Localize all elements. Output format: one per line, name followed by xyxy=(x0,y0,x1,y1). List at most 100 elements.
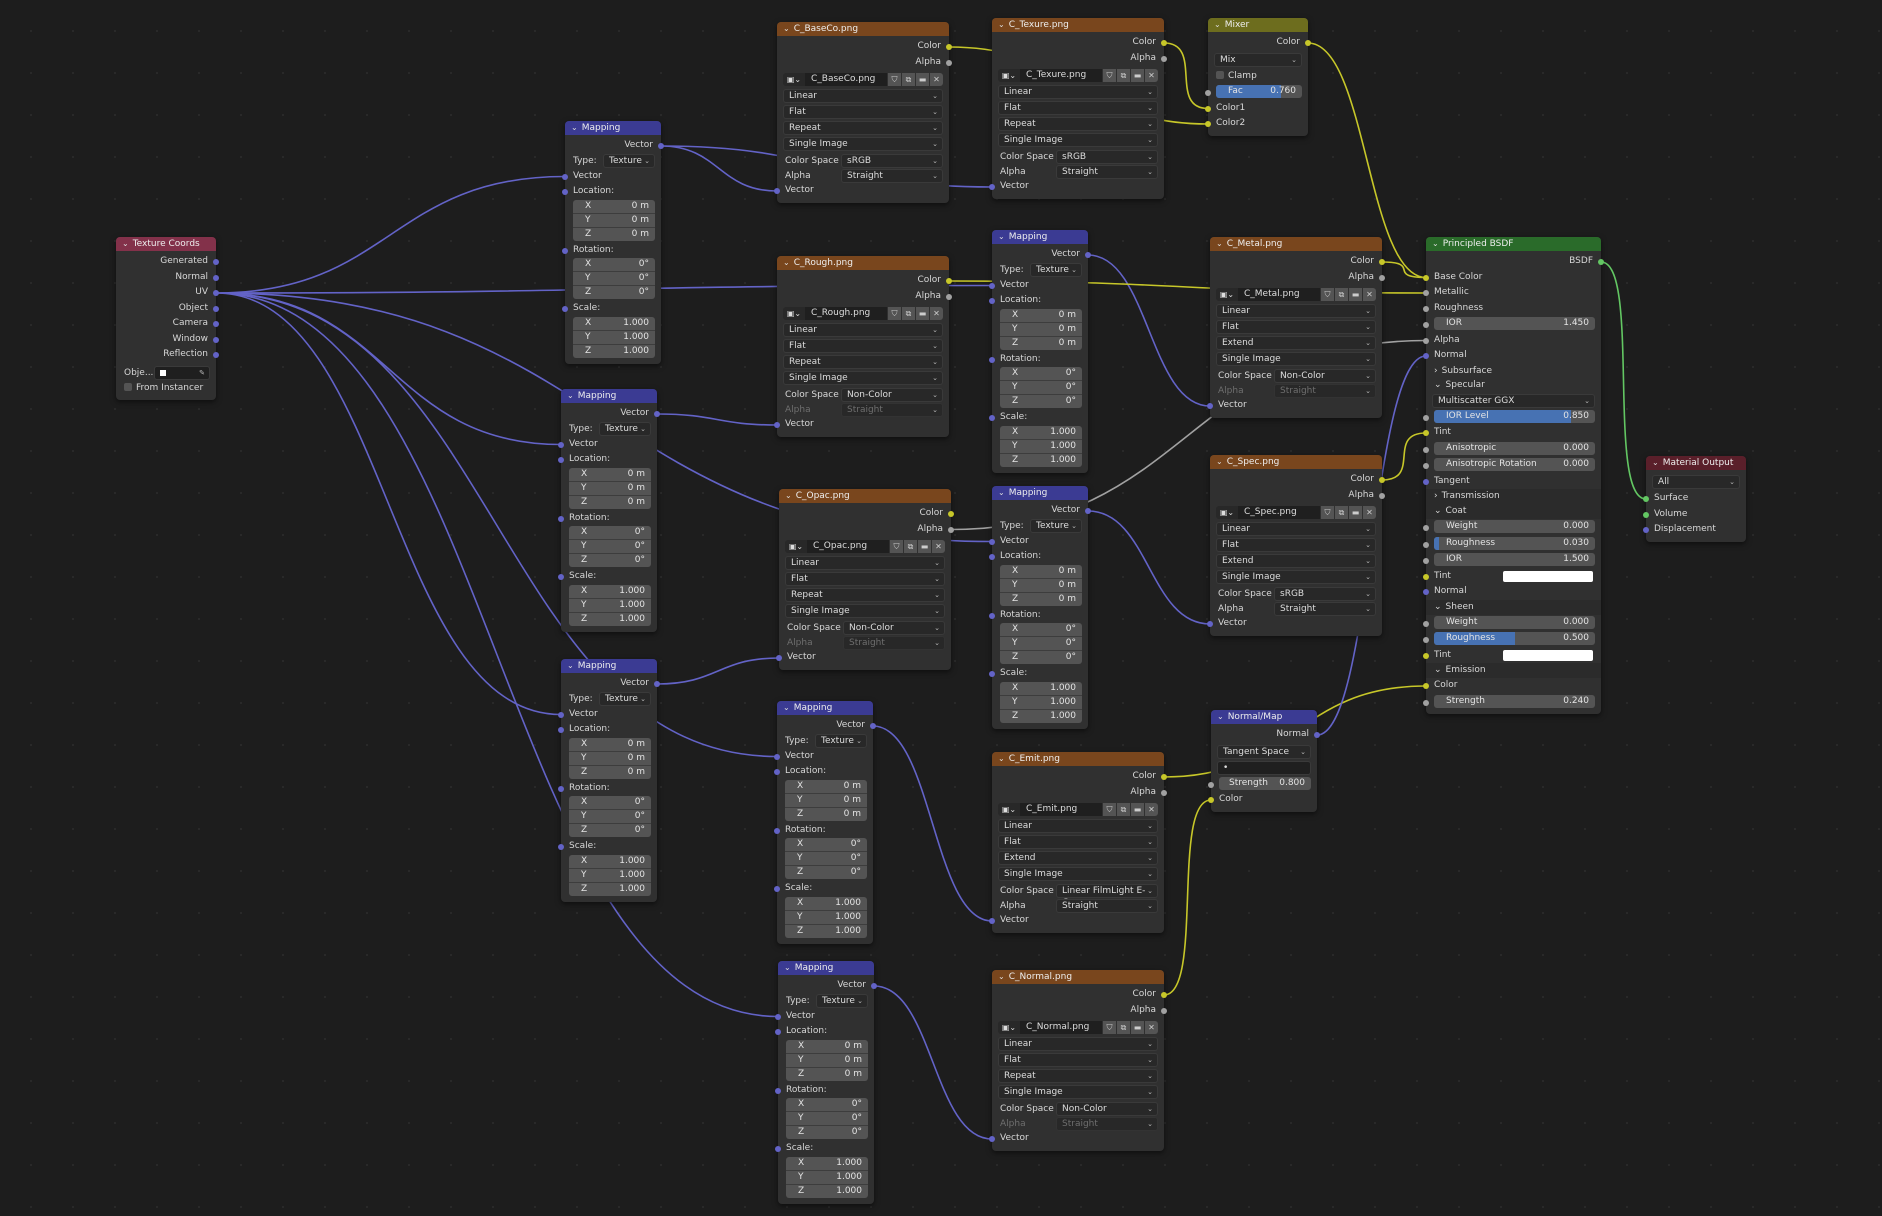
location-x-field[interactable]: X0 m xyxy=(569,737,651,752)
interpolation-dropdown[interactable]: Linear ⌄ xyxy=(998,1037,1158,1051)
scale-y-field[interactable]: Y 1.000 xyxy=(569,598,651,613)
socket-icon[interactable] xyxy=(989,538,995,545)
socket-icon[interactable] xyxy=(948,511,954,517)
source-dropdown[interactable]: Single Image ⌄ xyxy=(998,867,1158,881)
socket-icon[interactable] xyxy=(1423,274,1429,281)
interpolation-dropdown[interactable]: Linear ⌄ xyxy=(785,556,945,570)
location-x-field[interactable]: X0 m xyxy=(569,467,651,482)
fake-user-shield-icon[interactable]: ⛉ xyxy=(888,73,901,86)
close-icon[interactable]: ✕ xyxy=(1145,803,1158,816)
scale-x-field[interactable]: X 1.000 xyxy=(785,896,867,911)
node-header[interactable]: ⌄ Mapping xyxy=(777,701,873,715)
image-texture-node[interactable]: ⌄ C_BaseCo.png Color Alpha ▣⌄ C_BaseCo.pn… xyxy=(774,22,952,203)
node-header[interactable]: ⌄ Mixer xyxy=(1208,18,1308,32)
close-icon[interactable]: ✕ xyxy=(932,540,945,553)
scale-z-field[interactable]: Z 1.000 xyxy=(573,344,655,358)
image-name-field[interactable]: C_BaseCo.png xyxy=(805,73,887,86)
node-link[interactable] xyxy=(873,985,993,1140)
socket-icon[interactable] xyxy=(1423,652,1429,659)
close-icon[interactable]: ✕ xyxy=(930,307,943,320)
rotation-y-field[interactable]: Y 0° xyxy=(785,852,867,866)
socket-icon[interactable] xyxy=(871,983,877,989)
extension-dropdown[interactable]: Repeat ⌄ xyxy=(998,1069,1158,1083)
socket-icon[interactable] xyxy=(1379,477,1385,483)
checkbox-icon[interactable] xyxy=(124,383,132,391)
image-browse-icon[interactable]: ▣⌄ xyxy=(783,307,805,320)
scale-z-field[interactable]: Z 1.000 xyxy=(785,924,867,938)
socket-icon[interactable] xyxy=(1379,259,1385,265)
location-y-field[interactable]: Y0 m xyxy=(1000,578,1082,593)
mapping-node[interactable]: ⌄ Mapping Vector Type: Texture ⌄ Vector Loc… xyxy=(775,961,877,1204)
socket-icon[interactable] xyxy=(989,184,995,190)
socket-icon[interactable] xyxy=(1161,55,1167,62)
socket-icon[interactable] xyxy=(1208,781,1214,788)
interpolation-dropdown[interactable]: Linear ⌄ xyxy=(998,819,1158,833)
close-icon[interactable]: ✕ xyxy=(1145,69,1158,82)
socket-icon[interactable] xyxy=(658,143,664,149)
rotation-z-field[interactable]: Z 0° xyxy=(785,866,867,879)
scale-x-field[interactable]: X 1.000 xyxy=(569,584,651,599)
location-x-field[interactable]: X0 m xyxy=(1000,564,1082,579)
rotation-y-field[interactable]: Y 0° xyxy=(569,540,651,554)
node-header[interactable]: ⌄ C_Spec.png xyxy=(1210,455,1382,469)
alpha-mode-dropdown[interactable]: Straight ⌄ xyxy=(843,635,945,650)
from-instancer-checkbox[interactable]: From Instancer xyxy=(116,381,216,397)
collapse-chevron-icon[interactable]: ⌄ xyxy=(998,970,1005,984)
folder-icon[interactable]: ▬ xyxy=(1349,288,1362,301)
mapping-node[interactable]: ⌄ Mapping Vector Type: Texture ⌄ Vector Loc… xyxy=(989,486,1091,729)
rotation-x-field[interactable]: X 0° xyxy=(786,1098,868,1112)
interpolation-dropdown[interactable]: Linear ⌄ xyxy=(1216,522,1376,536)
color-space-dropdown[interactable]: sRGB ⌄ xyxy=(1274,586,1376,601)
color-space-dropdown[interactable]: Linear FilmLight E-Ga...⌄ xyxy=(1056,883,1158,908)
collapse-chevron-icon[interactable]: ⌄ xyxy=(785,489,792,503)
ior-field[interactable]: IOR 1.450 xyxy=(1434,317,1595,330)
folder-icon[interactable]: ▬ xyxy=(916,307,929,320)
socket-icon[interactable] xyxy=(946,278,952,284)
extension-dropdown[interactable]: Extend ⌄ xyxy=(1216,336,1376,350)
node-header[interactable]: ⌄ C_BaseCo.png xyxy=(777,22,949,36)
location-y-field[interactable]: Y0 m xyxy=(573,213,655,228)
location-y-field[interactable]: Y0 m xyxy=(1000,322,1082,337)
socket-icon[interactable] xyxy=(989,282,995,289)
node-header[interactable]: ⌄ Texture Coords xyxy=(116,237,216,251)
emission-strength-field[interactable]: Strength 0.240 xyxy=(1434,694,1595,708)
socket-icon[interactable] xyxy=(1423,541,1429,548)
color-swatch[interactable] xyxy=(1503,570,1593,582)
socket-icon[interactable] xyxy=(1205,90,1211,96)
type-dropdown[interactable]: Texture ⌄ xyxy=(603,154,655,168)
panel-transmission[interactable]: › Transmission xyxy=(1426,489,1601,504)
mix-color-node[interactable]: ⌄ Mixer Color Mix ⌄ Clamp Fac 0.760 Color1 … xyxy=(1205,18,1311,136)
image-browse-icon[interactable]: ▣⌄ xyxy=(1216,288,1238,301)
scale-x-field[interactable]: X 1.000 xyxy=(786,1156,868,1171)
scale-y-field[interactable]: Y 1.000 xyxy=(569,868,651,883)
anisotropic-rotation-field[interactable]: Anisotropic Rotation 0.000 xyxy=(1434,458,1595,471)
scale-y-field[interactable]: Y 1.000 xyxy=(786,1170,868,1185)
normal-map-node[interactable]: ⌄ Normal/Map Normal Tangent Space ⌄ • Stre… xyxy=(1208,710,1320,812)
image-name-field[interactable]: C_Normal.png xyxy=(1020,1021,1102,1034)
collapse-chevron-icon[interactable]: ⌄ xyxy=(998,230,1005,244)
socket-icon[interactable] xyxy=(946,44,952,50)
socket-icon[interactable] xyxy=(870,723,876,729)
socket-icon[interactable] xyxy=(989,671,995,677)
node-header[interactable]: ⌄ Principled BSDF xyxy=(1426,237,1601,251)
socket-icon[interactable] xyxy=(213,321,219,327)
socket-icon[interactable] xyxy=(774,188,780,194)
image-texture-node[interactable]: ⌄ C_Spec.png Color Alpha ▣⌄ C_Spec.png ⛉ … xyxy=(1207,455,1385,636)
source-dropdown[interactable]: Single Image ⌄ xyxy=(998,1085,1158,1099)
image-texture-node[interactable]: ⌄ C_Texure.png Color Alpha ▣⌄ C_Texure.pn… xyxy=(989,18,1167,199)
location-x-field[interactable]: X0 m xyxy=(573,199,655,214)
node-header[interactable]: ⌄ Mapping xyxy=(561,659,657,673)
rotation-x-field[interactable]: X 0° xyxy=(569,796,651,810)
projection-dropdown[interactable]: Flat ⌄ xyxy=(783,339,943,353)
node-header[interactable]: ⌄ Mapping xyxy=(992,230,1088,244)
folder-icon[interactable]: ▬ xyxy=(916,73,929,86)
mapping-node[interactable]: ⌄ Mapping Vector Type: Texture ⌄ Vector Loc… xyxy=(558,659,660,902)
socket-icon[interactable] xyxy=(1423,699,1429,706)
duplicate-icon[interactable]: ⧉ xyxy=(1335,506,1348,519)
socket-icon[interactable] xyxy=(213,274,219,281)
socket-icon[interactable] xyxy=(1643,511,1649,518)
fake-user-shield-icon[interactable]: ⛉ xyxy=(1103,69,1116,82)
mapping-node[interactable]: ⌄ Mapping Vector Type: Texture ⌄ Vector Loc… xyxy=(774,701,876,944)
socket-icon[interactable] xyxy=(1207,621,1213,627)
image-browse-icon[interactable]: ▣⌄ xyxy=(1216,506,1238,519)
